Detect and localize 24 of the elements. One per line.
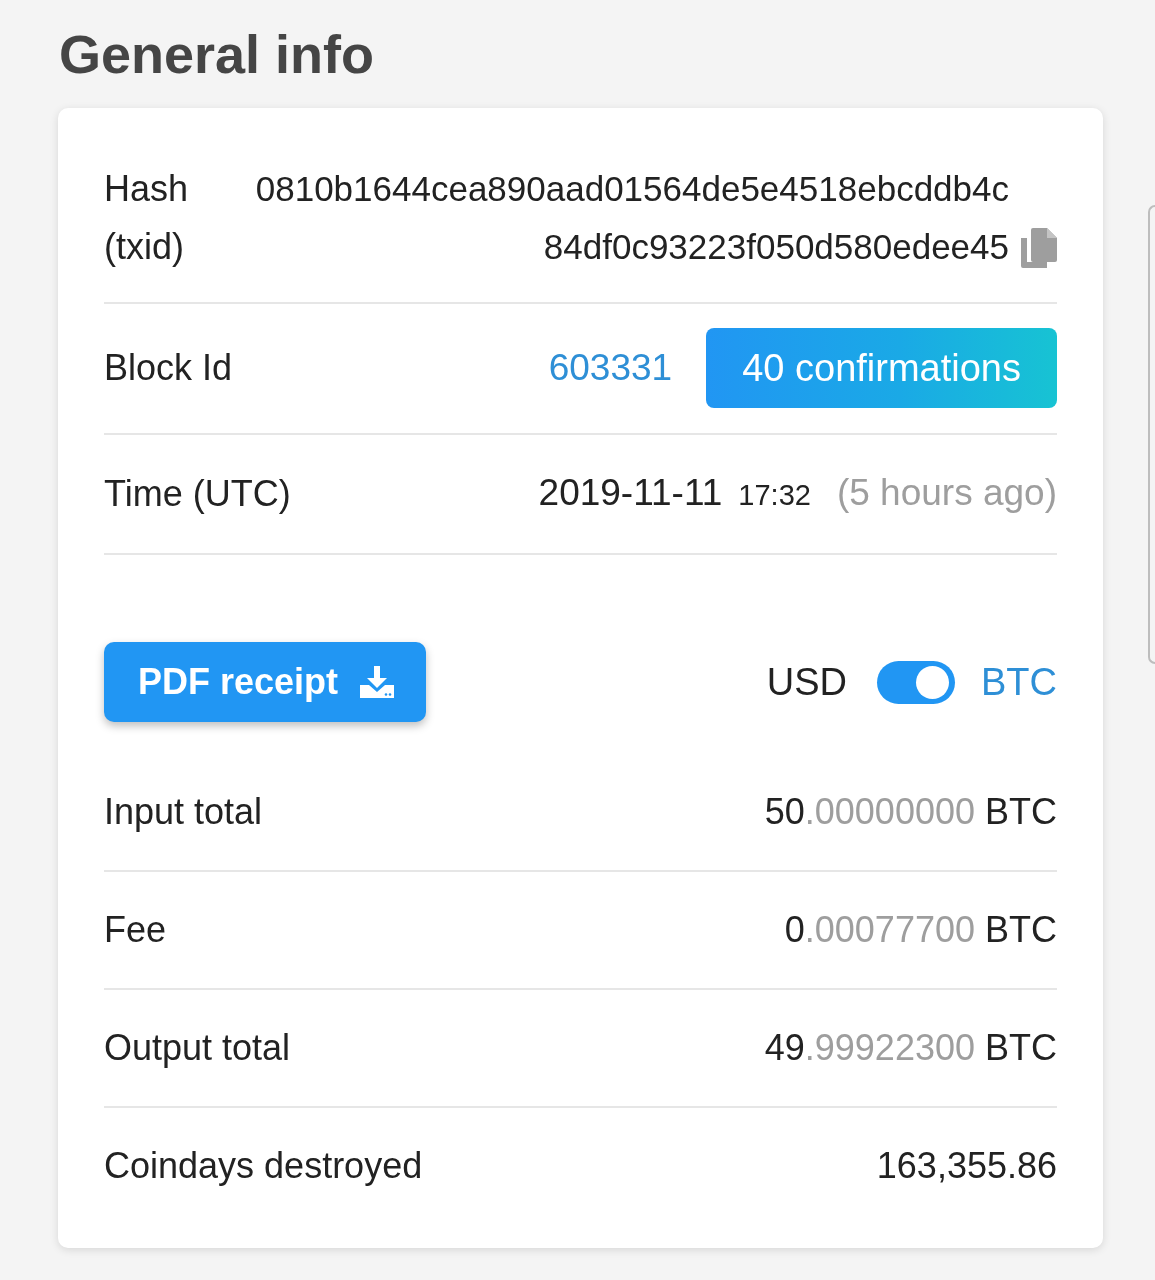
currency-label[interactable]: USD — [766, 660, 847, 704]
field-label: Coindays destroyed — [104, 1145, 423, 1187]
amount-value: 50.00000000 BTC — [764, 791, 1057, 833]
copy-icon[interactable] — [1021, 228, 1057, 268]
download-icon — [360, 666, 395, 698]
pdf-receipt-button[interactable]: PDF receipt — [104, 642, 427, 722]
block-link[interactable]: 603331 — [548, 347, 673, 389]
field-label: Input total — [104, 791, 263, 833]
amount-value: 0.00077700 BTC — [784, 909, 1057, 951]
currency-label[interactable]: BTC — [981, 660, 1057, 704]
date-text: 2019-11-11 — [538, 471, 723, 515]
field-label: Output total — [104, 1027, 291, 1069]
field-label: Block Id — [104, 347, 233, 389]
currency-toggle[interactable] — [877, 660, 955, 704]
number-value: 163,355.86 — [876, 1145, 1057, 1187]
hash-value: 0810b1644cea890aad01564de5e4518ebcddb4c84df0c93223f050d580edee45 — [254, 168, 1009, 268]
field-label: Fee — [104, 909, 167, 951]
field-label: Time (UTC) — [104, 472, 291, 516]
section-title: General info — [59, 23, 375, 86]
amount-value: 49.99922300 BTC — [764, 1027, 1057, 1069]
field-label: Hash (txid) — [104, 167, 190, 269]
confirmations-badge: 40 confirmations — [706, 328, 1057, 408]
clock-text: 17:32 — [738, 478, 811, 513]
relative-time: (5 hours ago) — [836, 471, 1057, 515]
